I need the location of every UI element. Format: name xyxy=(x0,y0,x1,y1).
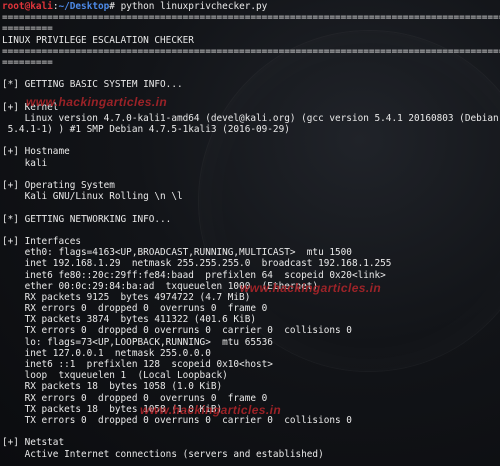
output-line: [+] Interfaces xyxy=(2,235,82,247)
watermark-text: www.hackingarticles.in xyxy=(140,403,282,417)
prompt-path: ~/Desktop xyxy=(58,1,110,12)
terminal-window[interactable]: root@kali:~/Desktop# python linuxprivche… xyxy=(0,0,500,466)
prompt-command: python linuxprivchecker.py xyxy=(114,1,268,12)
command-prompt-line: root@kali:~/Desktop# python linuxprivche… xyxy=(2,1,500,12)
watermark-text: www.hackingarticles.in xyxy=(26,95,168,109)
output-line: RX packets 18 bytes 1058 (1.0 KiB) xyxy=(2,381,223,393)
output-line: inet 127.0.0.1 netmask 255.0.0.0 xyxy=(2,347,211,359)
watermark-text: www.hackingarticles.in xyxy=(240,281,382,295)
terminal-output: root@kali:~/Desktop# python linuxprivche… xyxy=(2,1,500,460)
output-line: TX packets 3874 bytes 411322 (401.6 KiB) xyxy=(2,314,256,326)
output-line: inet6 fe80::20c:29ff:fe84:baad prefixlen… xyxy=(2,269,386,281)
output-line: inet6 ::1 prefixlen 128 scopeid 0x10<hos… xyxy=(2,359,273,370)
output-line: ========================================… xyxy=(2,45,500,57)
output-line: Kali GNU/Linux Rolling \n \l xyxy=(2,191,183,203)
output-line: TX errors 0 dropped 0 overruns 0 carrier… xyxy=(2,325,352,337)
output-line: LINUX PRIVILEGE ESCALATION CHECKER xyxy=(2,34,194,46)
output-line: [*] GETTING BASIC SYSTEM INFO... xyxy=(2,79,183,91)
output-line: lo: flags=73<UP,LOOPBACK,RUNNING> mtu 65… xyxy=(2,336,273,348)
output-line: eth0: flags=4163<UP,BROADCAST,RUNNING,MU… xyxy=(2,247,352,259)
output-line: ========= xyxy=(2,23,53,35)
output-line: Active Internet connections (servers and… xyxy=(2,448,324,460)
output-line: kali xyxy=(2,157,48,169)
output-line: RX errors 0 dropped 0 overruns 0 frame 0 xyxy=(2,303,268,315)
output-line: inet 192.168.1.29 netmask 255.255.255.0 … xyxy=(2,258,392,270)
output-line: [+] Operating System xyxy=(2,180,115,191)
output-line: [+] Netstat xyxy=(2,437,65,449)
output-line: ========= xyxy=(2,56,53,68)
output-line: ========================================… xyxy=(2,12,500,24)
output-line: Linux version 4.7.0-kali1-amd64 (devel@k… xyxy=(2,112,499,124)
output-line: 5.4.1-1) ) #1 SMP Debian 4.7.5-1kali3 (2… xyxy=(2,124,290,136)
output-line: [*] GETTING NETWORKING INFO... xyxy=(2,213,172,225)
prompt-user: root@kali xyxy=(2,1,53,12)
output-line: loop txqueuelen 1 (Local Loopback) xyxy=(2,370,228,382)
output-line: [+] Hostname xyxy=(2,146,70,158)
